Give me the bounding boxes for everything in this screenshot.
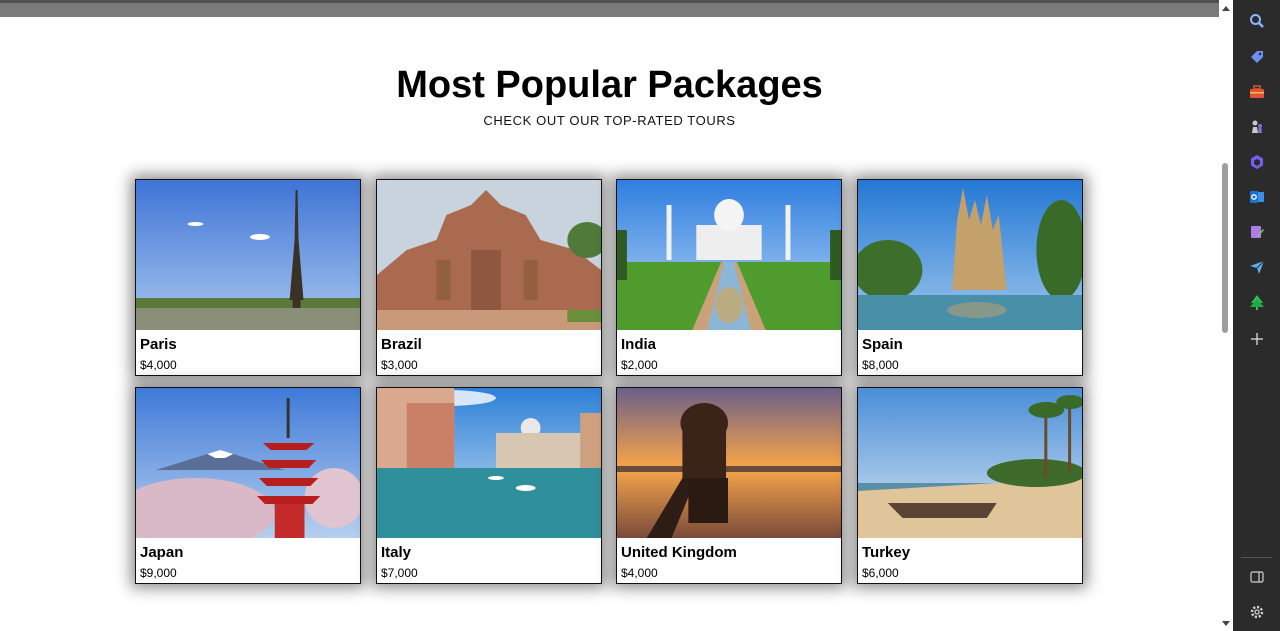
browser-sidebar <box>1233 0 1280 631</box>
package-image-brazil <box>377 180 601 330</box>
package-price: $7,000 <box>381 566 418 580</box>
package-name: India <box>621 336 657 353</box>
package-name: Italy <box>381 544 412 561</box>
package-name: Turkey <box>862 544 911 561</box>
tree-icon[interactable] <box>1247 292 1267 312</box>
outlook-icon[interactable] <box>1247 187 1267 207</box>
package-image-paris <box>136 180 360 330</box>
package-image-spain <box>858 180 1082 330</box>
package-price: $3,000 <box>381 358 418 372</box>
package-image-turkey <box>858 388 1082 538</box>
package-card-italy[interactable]: Italy $7,000 <box>376 387 602 584</box>
package-card-india[interactable]: India $2,000 <box>616 179 842 376</box>
package-card-brazil[interactable]: Brazil $3,000 <box>376 179 602 376</box>
split-screen-icon[interactable] <box>1247 567 1267 587</box>
scroll-down-icon[interactable] <box>1222 621 1230 626</box>
tag-icon[interactable] <box>1247 47 1267 67</box>
package-card-united-kingdom[interactable]: United Kingdom $4,000 <box>616 387 842 584</box>
page-subtitle: CHECK OUT OUR TOP-RATED TOURS <box>483 113 736 128</box>
vertical-scrollbar[interactable] <box>1219 0 1233 631</box>
package-price: $8,000 <box>862 358 899 372</box>
sidebar-divider <box>1241 557 1272 558</box>
search-icon[interactable] <box>1247 11 1267 31</box>
package-price: $6,000 <box>862 566 899 580</box>
package-name: Spain <box>862 336 903 353</box>
send-icon[interactable] <box>1247 257 1267 277</box>
package-image-india <box>617 180 841 330</box>
page-content: Most Popular Packages CHECK OUT OUR TOP-… <box>0 17 1219 631</box>
package-image-italy <box>377 388 601 538</box>
package-price: $4,000 <box>621 566 658 580</box>
package-price: $4,000 <box>140 358 177 372</box>
package-price: $9,000 <box>140 566 177 580</box>
package-card-turkey[interactable]: Turkey $6,000 <box>857 387 1083 584</box>
package-card-japan[interactable]: Japan $9,000 <box>135 387 361 584</box>
browser-top-bar <box>0 0 1233 17</box>
package-name: United Kingdom <box>621 544 737 561</box>
page-title: Most Popular Packages <box>396 64 823 106</box>
package-price: $2,000 <box>621 358 658 372</box>
settings-icon[interactable] <box>1247 602 1267 622</box>
package-card-paris[interactable]: Paris $4,000 <box>135 179 361 376</box>
package-card-spain[interactable]: Spain $8,000 <box>857 179 1083 376</box>
package-name: Brazil <box>381 336 422 353</box>
editor-icon[interactable] <box>1247 222 1267 242</box>
toolbox-icon[interactable] <box>1247 82 1267 102</box>
scroll-up-icon[interactable] <box>1222 6 1230 11</box>
scroll-thumb[interactable] <box>1222 163 1228 333</box>
package-image-united-kingdom <box>617 388 841 538</box>
copilot-icon[interactable] <box>1247 152 1267 172</box>
chess-icon[interactable] <box>1247 117 1267 137</box>
add-icon[interactable] <box>1247 329 1267 349</box>
package-name: Paris <box>140 336 177 353</box>
package-image-japan <box>136 388 360 538</box>
package-name: Japan <box>140 544 184 561</box>
